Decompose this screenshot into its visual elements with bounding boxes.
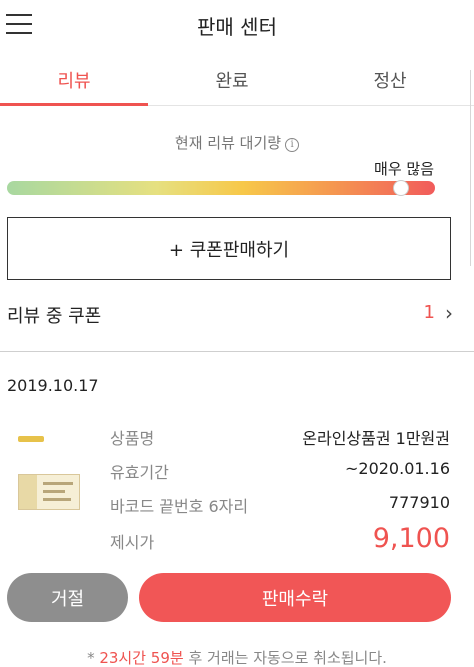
coupon-date: 2019.10.17 (7, 376, 99, 395)
notice-suffix: 후 거래는 자동으로 취소됩니다. (183, 649, 387, 667)
reviewing-coupons-row[interactable]: 리뷰 중 쿠폰 1 › (7, 299, 453, 329)
active-tab-indicator (0, 103, 148, 106)
info-icon[interactable]: i (285, 138, 300, 152)
gift-card-thumbnail (18, 474, 80, 510)
detail-value: 온라인상품권 1만원권 (302, 429, 450, 448)
reviewing-coupons-count: 1 (423, 302, 435, 323)
detail-key: 바코드 끝번호 6자리 (110, 497, 249, 516)
scrollbar[interactable] (470, 70, 471, 266)
detail-key: 유효기간 (110, 463, 169, 482)
sell-coupon-button[interactable]: + 쿠폰판매하기 (7, 217, 451, 280)
tab-settlement[interactable]: 정산 (316, 60, 464, 106)
app-header: 판매 센터 (0, 0, 474, 50)
brand-logo-icon (18, 436, 44, 442)
chevron-right-icon: › (445, 301, 453, 325)
detail-value: 777910 (388, 493, 450, 512)
detail-row-barcode: 바코드 끝번호 6자리 777910 (110, 493, 450, 517)
notice-prefix: * (87, 649, 100, 667)
reviewing-coupons-label: 리뷰 중 쿠폰 (7, 306, 102, 327)
offered-price: 9,100 (372, 523, 450, 554)
accept-sale-button[interactable]: 판매수락 (139, 573, 451, 622)
section-divider (0, 351, 474, 352)
detail-key: 상품명 (110, 429, 155, 448)
tab-completed[interactable]: 완료 (158, 60, 306, 106)
review-queue-label-text: 현재 리뷰 대기량 (174, 134, 282, 152)
queue-gauge (7, 180, 435, 196)
queue-level-text: 매우 많음 (374, 160, 434, 178)
detail-row-price: 제시가 9,100 (110, 523, 450, 554)
page-title: 판매 센터 (197, 15, 277, 39)
gauge-knob (392, 180, 409, 196)
detail-row-validity: 유효기간 ~2020.01.16 (110, 459, 450, 483)
tab-bar: 리뷰 완료 정산 (0, 60, 474, 106)
review-queue-label: 현재 리뷰 대기량 i (0, 132, 474, 153)
auto-cancel-notice: * 23시간 59분 후 거래는 자동으로 취소됩니다. (0, 647, 474, 667)
detail-row-product: 상품명 온라인상품권 1만원권 (110, 425, 450, 449)
notice-time: 23시간 59분 (99, 649, 184, 667)
detail-key: 제시가 (110, 533, 155, 552)
detail-value: ~2020.01.16 (344, 459, 450, 478)
reject-button[interactable]: 거절 (7, 573, 128, 622)
tab-review[interactable]: 리뷰 (0, 60, 148, 106)
